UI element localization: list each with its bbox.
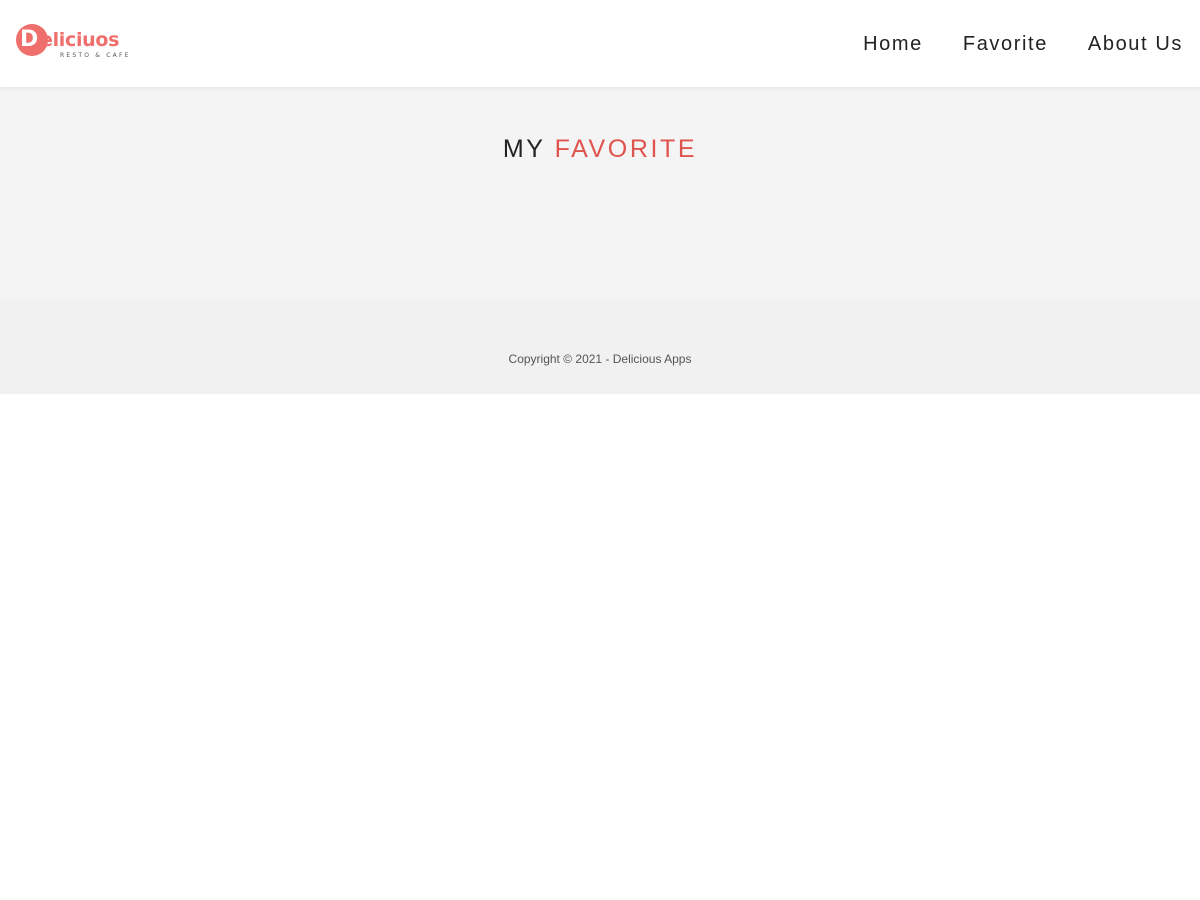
favorites-section: MY FAVORITE	[0, 87, 1200, 300]
logo-wordmark: eliciuos	[40, 29, 120, 51]
app-header: D eliciuos RESTO & CAFE Home Favorite Ab…	[0, 0, 1200, 87]
page-title-part-1: MY	[502, 135, 546, 163]
copyright-text: Copyright © 2021 - Delicious Apps	[508, 352, 692, 366]
app-footer: Copyright © 2021 - Delicious Apps	[0, 300, 1200, 394]
page-title: MY FAVORITE	[0, 134, 1200, 164]
logo-tagline: RESTO & CAFE	[60, 52, 131, 59]
nav-favorite-link[interactable]: Favorite	[963, 28, 1048, 60]
main-nav: Home Favorite About Us	[863, 28, 1183, 60]
page-title-part-2: FAVORITE	[554, 135, 698, 163]
nav-home-link[interactable]: Home	[863, 28, 923, 60]
nav-about-us-link[interactable]: About Us	[1088, 28, 1183, 60]
brand-logo-link[interactable]: D eliciuos RESTO & CAFE	[16, 24, 128, 64]
page: D eliciuos RESTO & CAFE Home Favorite Ab…	[0, 0, 1200, 900]
